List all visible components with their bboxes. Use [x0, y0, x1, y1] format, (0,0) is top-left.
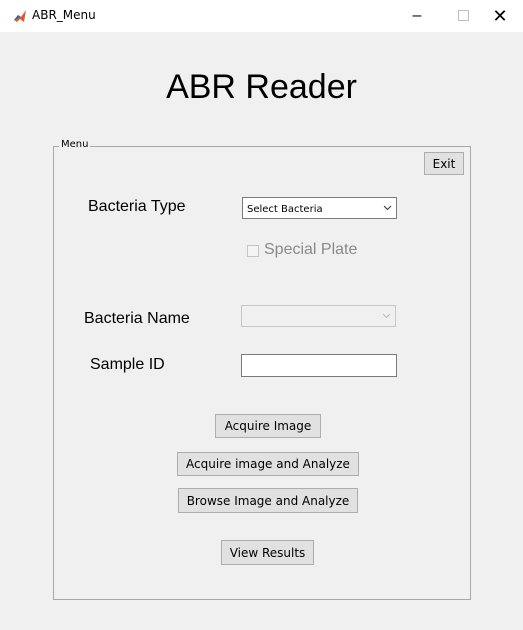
bacteria-type-label: Bacteria Type: [88, 198, 186, 215]
sample-id-label: Sample ID: [90, 356, 165, 373]
acquire-image-button[interactable]: Acquire Image: [215, 414, 321, 438]
window-title: ABR_Menu: [32, 8, 96, 22]
bacteria-type-select[interactable]: Select Bacteria: [242, 197, 397, 219]
special-plate-label: Special Plate: [264, 241, 358, 258]
sample-id-input[interactable]: [241, 354, 397, 377]
bacteria-type-value: Select Bacteria: [247, 204, 323, 215]
minimize-button[interactable]: –: [394, 0, 440, 32]
title-bar: ABR_Menu – ✕: [0, 0, 523, 32]
exit-button[interactable]: Exit: [424, 152, 464, 175]
maximize-icon: [457, 10, 469, 22]
acquire-analyze-button[interactable]: Acquire image and Analyze: [177, 452, 359, 476]
app-title: ABR Reader: [166, 68, 357, 106]
special-plate-checkbox[interactable]: [247, 245, 259, 257]
menu-panel-legend: Menu: [59, 139, 91, 150]
bacteria-name-select[interactable]: [241, 305, 396, 327]
matlab-icon: [13, 9, 27, 23]
chevron-down-icon: [382, 313, 391, 319]
close-button[interactable]: ✕: [477, 0, 523, 32]
chevron-down-icon: [383, 205, 392, 211]
bacteria-name-label: Bacteria Name: [84, 310, 190, 327]
browse-analyze-button[interactable]: Browse Image and Analyze: [178, 488, 358, 513]
view-results-button[interactable]: View Results: [221, 540, 314, 565]
